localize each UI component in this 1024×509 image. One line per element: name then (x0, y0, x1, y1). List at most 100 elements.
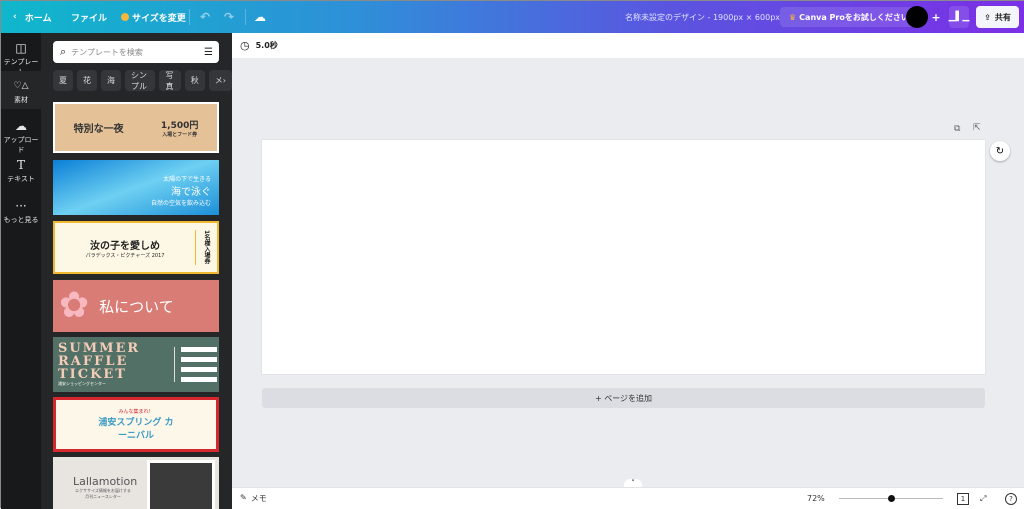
chevron-right-icon: › (222, 76, 226, 85)
rail-item-templates[interactable]: ◫テンプレート (1, 41, 41, 76)
chevron-left-icon: ‹ (13, 12, 17, 22)
photo (147, 460, 215, 509)
thumb-price-box: 1,500円 入場とフード券 (161, 118, 198, 138)
rail-item-elements[interactable]: ♡△ 素材 (1, 71, 41, 109)
design-page[interactable] (262, 140, 985, 374)
rail-label: アップロード (3, 136, 39, 154)
bottom-bar: ✎ メモ 72% 1 ⤢ ? (232, 487, 1024, 509)
top-bar: ‹ ホーム ファイル サイズを変更 ↶ ↷ ☁ 名称未設定のデザイン - 1900… (1, 1, 1024, 33)
share-button[interactable]: ⇪ 共有 (976, 6, 1019, 28)
rail-label: もっと見る (3, 216, 39, 224)
duration-label[interactable]: 5.0秒 (256, 40, 278, 51)
flower-graphic: ✿ (59, 285, 90, 326)
file-menu[interactable]: ファイル (71, 1, 107, 33)
chip[interactable]: 花 (77, 70, 97, 91)
keyword-chips: 夏 花 海 シンプル 写真 秋 メ › (53, 70, 232, 91)
notes-button[interactable]: ✎ メモ (240, 493, 267, 504)
resize-label: サイズを変更 (132, 13, 186, 24)
thumb-title: SUMMER RAFFLE TICKET (58, 341, 141, 382)
thumb-title: Lallamotion (73, 474, 138, 488)
add-page-button[interactable]: + ページを追加 (262, 388, 985, 408)
insights-icon[interactable]: ▁▌▁ (949, 6, 969, 28)
chip[interactable]: シンプル (125, 70, 156, 91)
help-icon[interactable]: ? (1005, 492, 1017, 505)
editor-toolbar: ◷ 5.0秒 (232, 33, 1024, 58)
side-rail: ◫テンプレート ♡△ 素材 ☁ アップロード T テキスト ··· もっと見る (1, 33, 41, 509)
thumb-top: みんな集まれ！ (118, 409, 154, 415)
rail-label: テキスト (7, 175, 35, 183)
redo-icon[interactable]: ↷ (224, 1, 234, 33)
thumb-sub: 浦安ショッピングセンター (58, 381, 106, 386)
template-search-input[interactable]: ⌕ テンプレートを検索 ☰ (53, 41, 219, 63)
chip-more[interactable]: メ › (208, 70, 232, 91)
thumb-main: 汝の子を愛しめ パラデックス・ピクチャーズ 2017 (55, 237, 195, 259)
thumb-line: 太陽の下で生きる (163, 176, 211, 183)
cloud-save-icon[interactable]: ☁ (254, 1, 266, 33)
avatar[interactable] (906, 6, 928, 28)
thumb-title: 汝の子を愛しめ (90, 240, 160, 252)
resize-button[interactable]: サイズを変更 (121, 1, 186, 33)
thumb-sub: エクササイズ情報をお届けする 月刊ニュースレター (75, 487, 131, 499)
template-thumbnail[interactable]: SUMMER RAFFLE TICKET 浦安ショッピングセンター (53, 337, 219, 392)
design-title[interactable]: 名称未設定のデザイン - 1900px × 600px (625, 1, 780, 33)
template-icon: ◫ (15, 41, 27, 55)
notes-label: メモ (250, 494, 267, 503)
add-page-icon[interactable]: ⇱ (973, 123, 981, 133)
template-thumbnail[interactable]: 特別な一夜 1,500円 入場とフード券 (53, 102, 219, 153)
thumb-sub: パラデックス・ピクチャーズ 2017 (85, 252, 165, 259)
template-thumbnail[interactable]: 汝の子を愛しめ パラデックス・ピクチャーズ 2017 1名様入場券 (53, 221, 219, 274)
thumb-price: 1,500円 (160, 120, 199, 131)
template-thumbnail[interactable]: 太陽の下で生きる 海で泳ぐ 自然の空気を飲み込む (53, 160, 219, 215)
refresh-comment-icon[interactable]: ↻ (990, 141, 1010, 161)
thumb-title: 私について (99, 297, 174, 316)
thumb-line: 自然の空気を飲み込む (150, 200, 211, 207)
zoom-slider-knob[interactable] (888, 495, 895, 502)
share-label: 共有 (994, 12, 1011, 22)
template-thumbnail[interactable]: ✿ 私について (53, 280, 219, 332)
thumb-title: 浦安スプリング カーニバル (98, 418, 174, 441)
templates-panel: ⌕ テンプレートを検索 ☰ 夏 花 海 シンプル 写真 秋 メ › 特別な一夜 1… (41, 33, 232, 509)
template-thumbnail[interactable]: Lallamotion エクササイズ情報をお届けする 月刊ニュースレター (53, 457, 219, 509)
chip[interactable]: 秋 (184, 70, 205, 91)
chip-label: メ (214, 76, 223, 85)
text-icon: T (16, 158, 25, 172)
more-icon: ··· (15, 199, 27, 213)
rail-item-uploads[interactable]: ☁ アップロード (1, 119, 41, 154)
rail-item-text[interactable]: T テキスト (1, 158, 41, 186)
editor-area: ◷ 5.0秒 ⧉ ⇱ ↻ + ページを追加 ˄ ✎ メモ 72% 1 ⤢ ? (232, 33, 1024, 509)
duplicate-page-icon[interactable]: ⧉ (954, 124, 960, 134)
thumb-main: Lallamotion エクササイズ情報をお届けする 月刊ニュースレター (73, 475, 137, 500)
crown-icon: ♛ (789, 12, 797, 22)
thumb-main: SUMMER RAFFLE TICKET 浦安ショッピングセンター (58, 342, 168, 387)
home-button[interactable]: ‹ ホーム (13, 1, 51, 33)
thumb-sub: 入場とフード券 (162, 131, 198, 138)
chip[interactable]: 写真 (159, 70, 181, 91)
add-member-button[interactable]: + (929, 7, 943, 27)
page-count-button[interactable]: 1 (957, 492, 969, 505)
thumb-title: 海で泳ぐ (171, 187, 211, 198)
entry-fields (174, 347, 217, 382)
template-thumbnail[interactable]: みんな集まれ！ 浦安スプリング カーニバル (53, 397, 219, 452)
fullscreen-icon[interactable]: ⤢ (980, 494, 986, 504)
chip[interactable]: 夏 (53, 70, 73, 91)
rail-label: 素材 (14, 96, 28, 104)
try-pro-button[interactable]: ♛ Canva Proをお試しください (780, 7, 918, 27)
home-label: ホーム (24, 13, 52, 24)
search-icon: ⌕ (60, 45, 67, 58)
rail-item-more[interactable]: ··· もっと見る (1, 199, 41, 227)
zoom-percent[interactable]: 72% (807, 494, 825, 503)
zoom-slider[interactable] (839, 495, 943, 502)
thumb-side: 1名様入場券 (195, 230, 217, 265)
filter-icon[interactable]: ☰ (204, 47, 213, 58)
notes-icon: ✎ (240, 493, 247, 502)
share-icon: ⇪ (984, 12, 991, 22)
undo-icon[interactable]: ↶ (200, 1, 210, 33)
try-pro-label: Canva Proをお試しください (799, 12, 909, 22)
upload-cloud-icon: ☁ (15, 119, 27, 133)
timer-icon[interactable]: ◷ (240, 39, 250, 52)
crown-badge-icon (121, 13, 129, 21)
thumb-title: 特別な一夜 (73, 124, 124, 135)
elements-icon: ♡△ (13, 81, 29, 91)
chip[interactable]: 海 (101, 70, 121, 91)
search-placeholder: テンプレートを検索 (71, 47, 143, 57)
